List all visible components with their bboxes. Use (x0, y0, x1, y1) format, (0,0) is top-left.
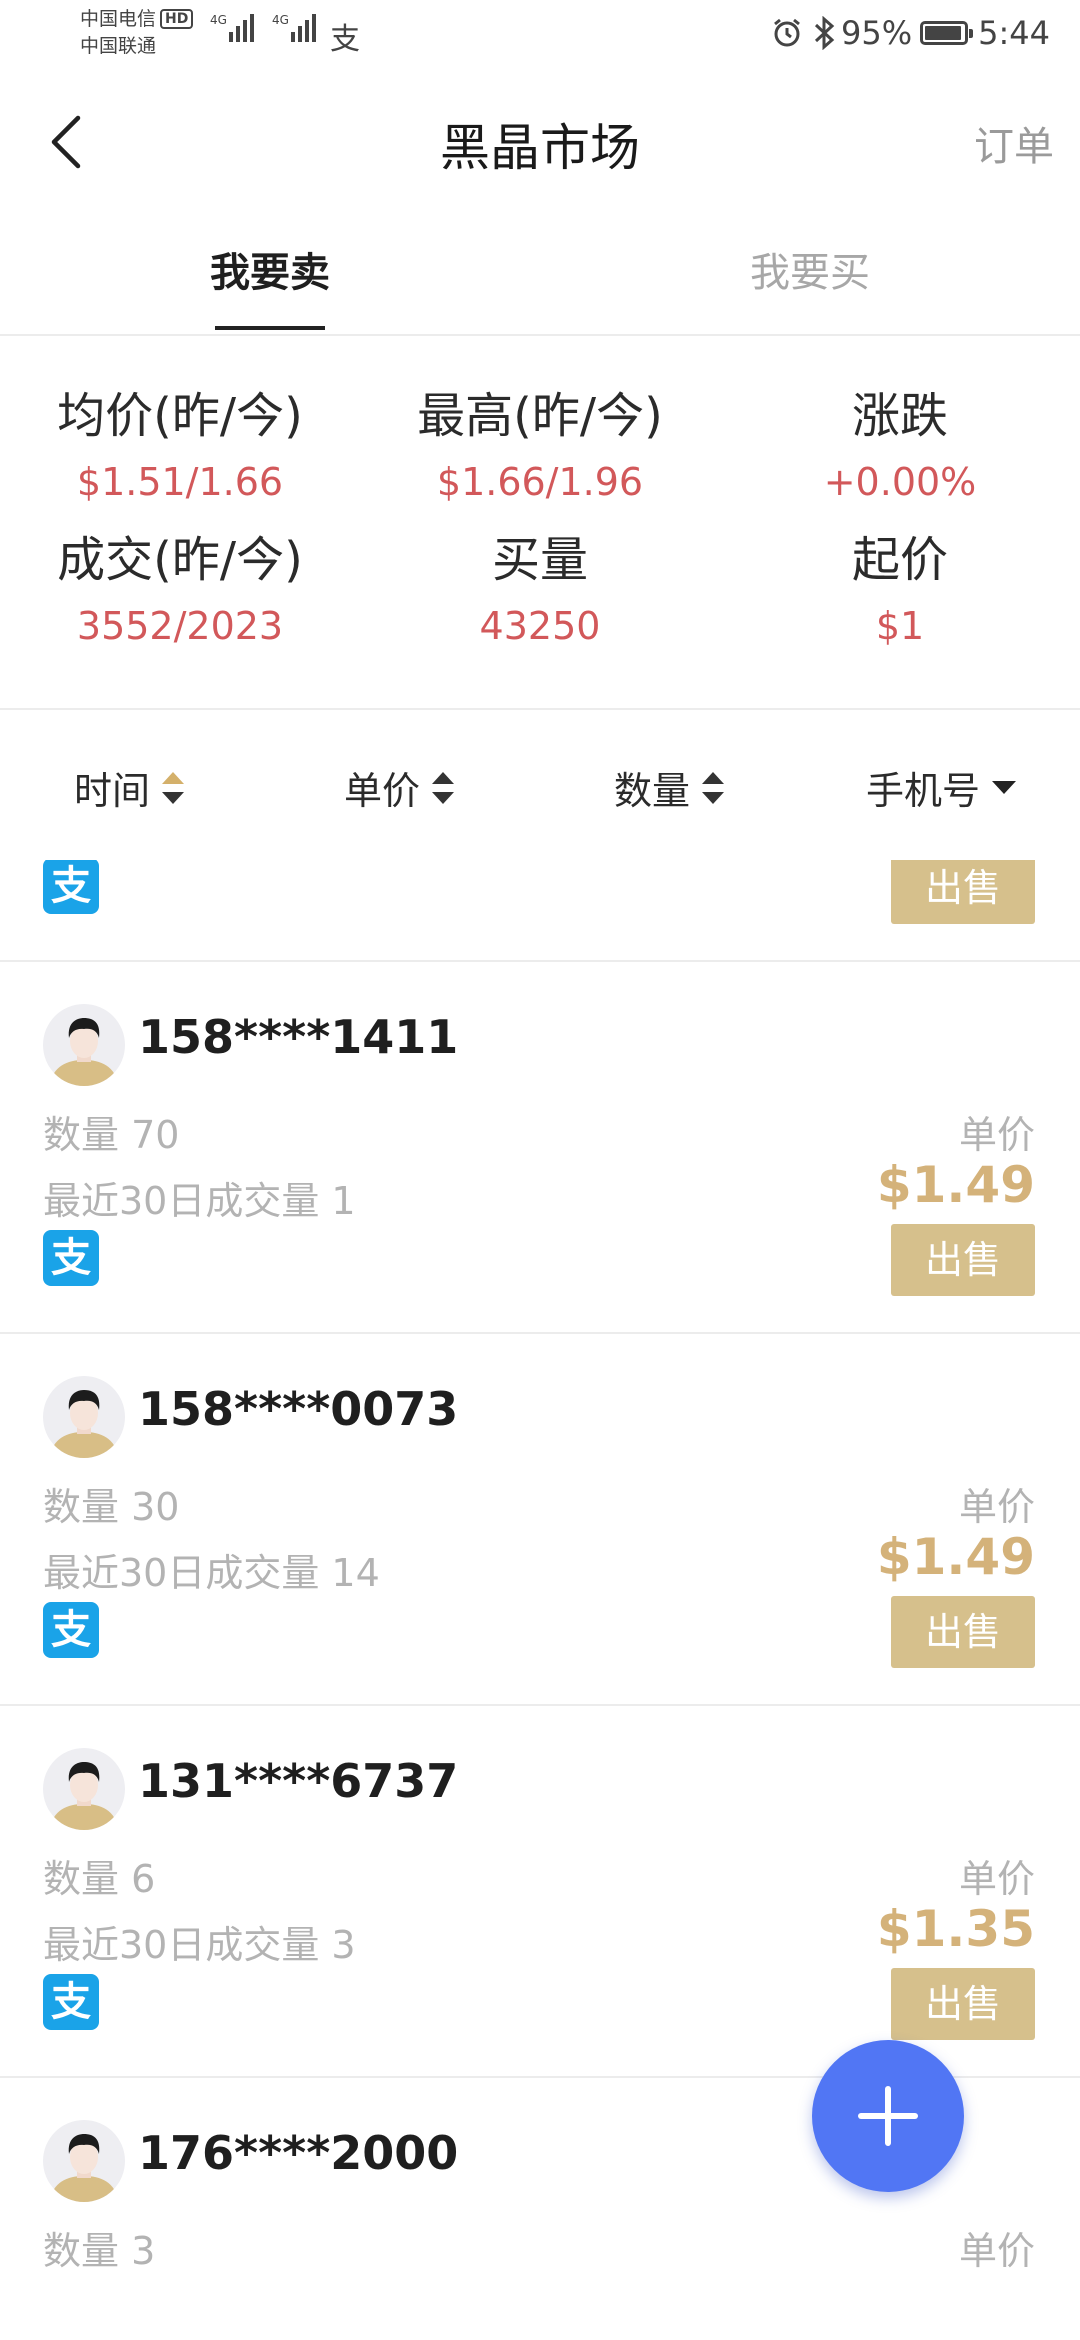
signal-icon-2: 4G (272, 14, 319, 42)
stat-value: $1.51/1.66 (76, 460, 284, 504)
recent-volume-text: 最近30日成交量 1 (43, 1179, 356, 1223)
quantity-text: 数量 6 (43, 1857, 156, 1901)
alipay-icon: 支 (43, 860, 99, 914)
unit-price-label: 单价 (958, 1113, 1035, 1157)
sort-label: 数量 (614, 769, 691, 813)
sell-button[interactable]: 出售 (891, 1596, 1035, 1668)
seller-phone: 176****2000 (138, 2126, 459, 2180)
sort-time[interactable]: 时间 (74, 760, 185, 815)
alipay-icon: 支 (43, 1974, 99, 2030)
seller-phone: 158****1411 (138, 1010, 459, 1064)
carrier-1: 中国电信 (80, 8, 157, 30)
stat-label: 成交(昨/今) (57, 532, 303, 588)
sort-icon (432, 771, 455, 804)
sort-bar: 时间 单价 数量 手机号 (0, 710, 1080, 860)
avatar (43, 1004, 125, 1086)
nav-bar: 黑晶市场 订单 (0, 90, 1080, 190)
battery-fill (925, 26, 962, 40)
sell-button[interactable]: 出售 (891, 1968, 1035, 2040)
signal-icon-1: 4G (210, 14, 257, 42)
avatar-icon (43, 1004, 125, 1086)
sort-label: 时间 (74, 769, 151, 813)
stat-avg-price: 均价(昨/今) $1.51/1.66 (0, 384, 360, 508)
stat-start-price: 起价 $1 (720, 528, 1080, 652)
unit-price-label: 单价 (958, 1485, 1035, 1529)
price: $1.49 (876, 1156, 1035, 1214)
avatar-icon (43, 1748, 125, 1830)
unit-price-label: 单价 (958, 2229, 1035, 2273)
status-right: 95% 5:44 (771, 14, 1050, 52)
stat-buy-volume: 买量 43250 (360, 528, 720, 652)
recent-volume-text: 最近30日成交量 14 (43, 1551, 380, 1595)
active-tab-indicator (215, 326, 325, 330)
list-item: 数量 3 最近30日成交量 3 支 单价 $1.3 出售 (0, 860, 1080, 962)
orders-link[interactable]: 订单 (974, 114, 1054, 172)
list-item: 158****1411 数量 70 最近30日成交量 1 支 单价 $1.49 … (0, 962, 1080, 1334)
stat-label: 均价(昨/今) (57, 388, 303, 444)
alarm-icon (774, 18, 800, 47)
list-item: 131****6737 数量 6 最近30日成交量 3 支 单价 $1.35 出… (0, 1706, 1080, 2078)
carrier-info: 中国电信 HD 中国联通 (80, 6, 194, 60)
sort-label: 手机号 (866, 769, 981, 813)
stat-value: 3552/2023 (76, 604, 284, 648)
tab-sell[interactable]: 我要卖 (120, 240, 420, 298)
quantity-text: 数量 30 (43, 1485, 180, 1529)
avatar (43, 1748, 125, 1830)
battery-icon (920, 21, 974, 45)
sort-icon (702, 771, 725, 804)
sort-label: 单价 (344, 769, 421, 813)
seller-phone: 158****0073 (138, 1382, 459, 1436)
stat-change: 涨跌 +0.00% (720, 384, 1080, 508)
unit-price-label: 单价 (958, 1857, 1035, 1901)
caret-down-icon (992, 781, 1017, 794)
status-bar: 中国电信 HD 中国联通 4G 4G 支 95% 5:44 (0, 0, 1080, 70)
avatar (43, 1376, 125, 1458)
stat-value: 43250 (479, 604, 601, 648)
alipay-icon: 支 (43, 1602, 99, 1658)
stat-high-price: 最高(昨/今) $1.66/1.96 (360, 384, 720, 508)
tab-bar: 我要卖 我要买 (0, 220, 1080, 336)
sort-icon (162, 771, 185, 804)
stat-label: 涨跌 (851, 388, 948, 444)
sell-button[interactable]: 出售 (891, 860, 1035, 924)
stat-value: $1 (875, 604, 925, 648)
page-title: 黑晶市场 (440, 119, 640, 177)
avatar-icon (43, 2120, 125, 2202)
stat-label: 最高(昨/今) (417, 388, 663, 444)
alipay-icon: 支 (43, 1230, 99, 1286)
sort-unit-price[interactable]: 单价 (344, 760, 455, 815)
stat-label: 起价 (851, 532, 948, 588)
quantity-text: 数量 70 (43, 1113, 180, 1157)
quantity-text: 数量 3 (43, 2229, 156, 2273)
carrier-2: 中国联通 (80, 35, 157, 57)
clock: 5:44 (978, 14, 1050, 52)
sell-button[interactable]: 出售 (891, 1224, 1035, 1296)
stat-label: 买量 (491, 532, 588, 588)
stat-volume: 成交(昨/今) 3552/2023 (0, 528, 360, 652)
filter-phone[interactable]: 手机号 (866, 760, 1017, 815)
seller-phone: 131****6737 (138, 1754, 459, 1808)
battery-percent: 95% (841, 14, 913, 52)
price: $1.35 (876, 1900, 1035, 1958)
stat-value: $1.66/1.96 (436, 460, 644, 504)
list-item: 158****0073 数量 30 最近30日成交量 14 支 单价 $1.49… (0, 1334, 1080, 1706)
add-button[interactable] (812, 2040, 964, 2192)
market-stats: 均价(昨/今) $1.51/1.66 最高(昨/今) $1.66/1.96 涨跌… (0, 336, 1080, 710)
avatar (43, 2120, 125, 2202)
sort-quantity[interactable]: 数量 (614, 760, 725, 815)
alipay-status-icon: 支 (330, 22, 360, 57)
hd-badge: HD (160, 9, 194, 29)
price: $1.49 (876, 1528, 1035, 1586)
recent-volume-text: 最近30日成交量 3 (43, 1923, 356, 1967)
avatar-icon (43, 1376, 125, 1458)
bluetooth-icon (814, 16, 835, 50)
tab-buy[interactable]: 我要买 (660, 240, 960, 298)
stat-value: +0.00% (823, 460, 977, 504)
